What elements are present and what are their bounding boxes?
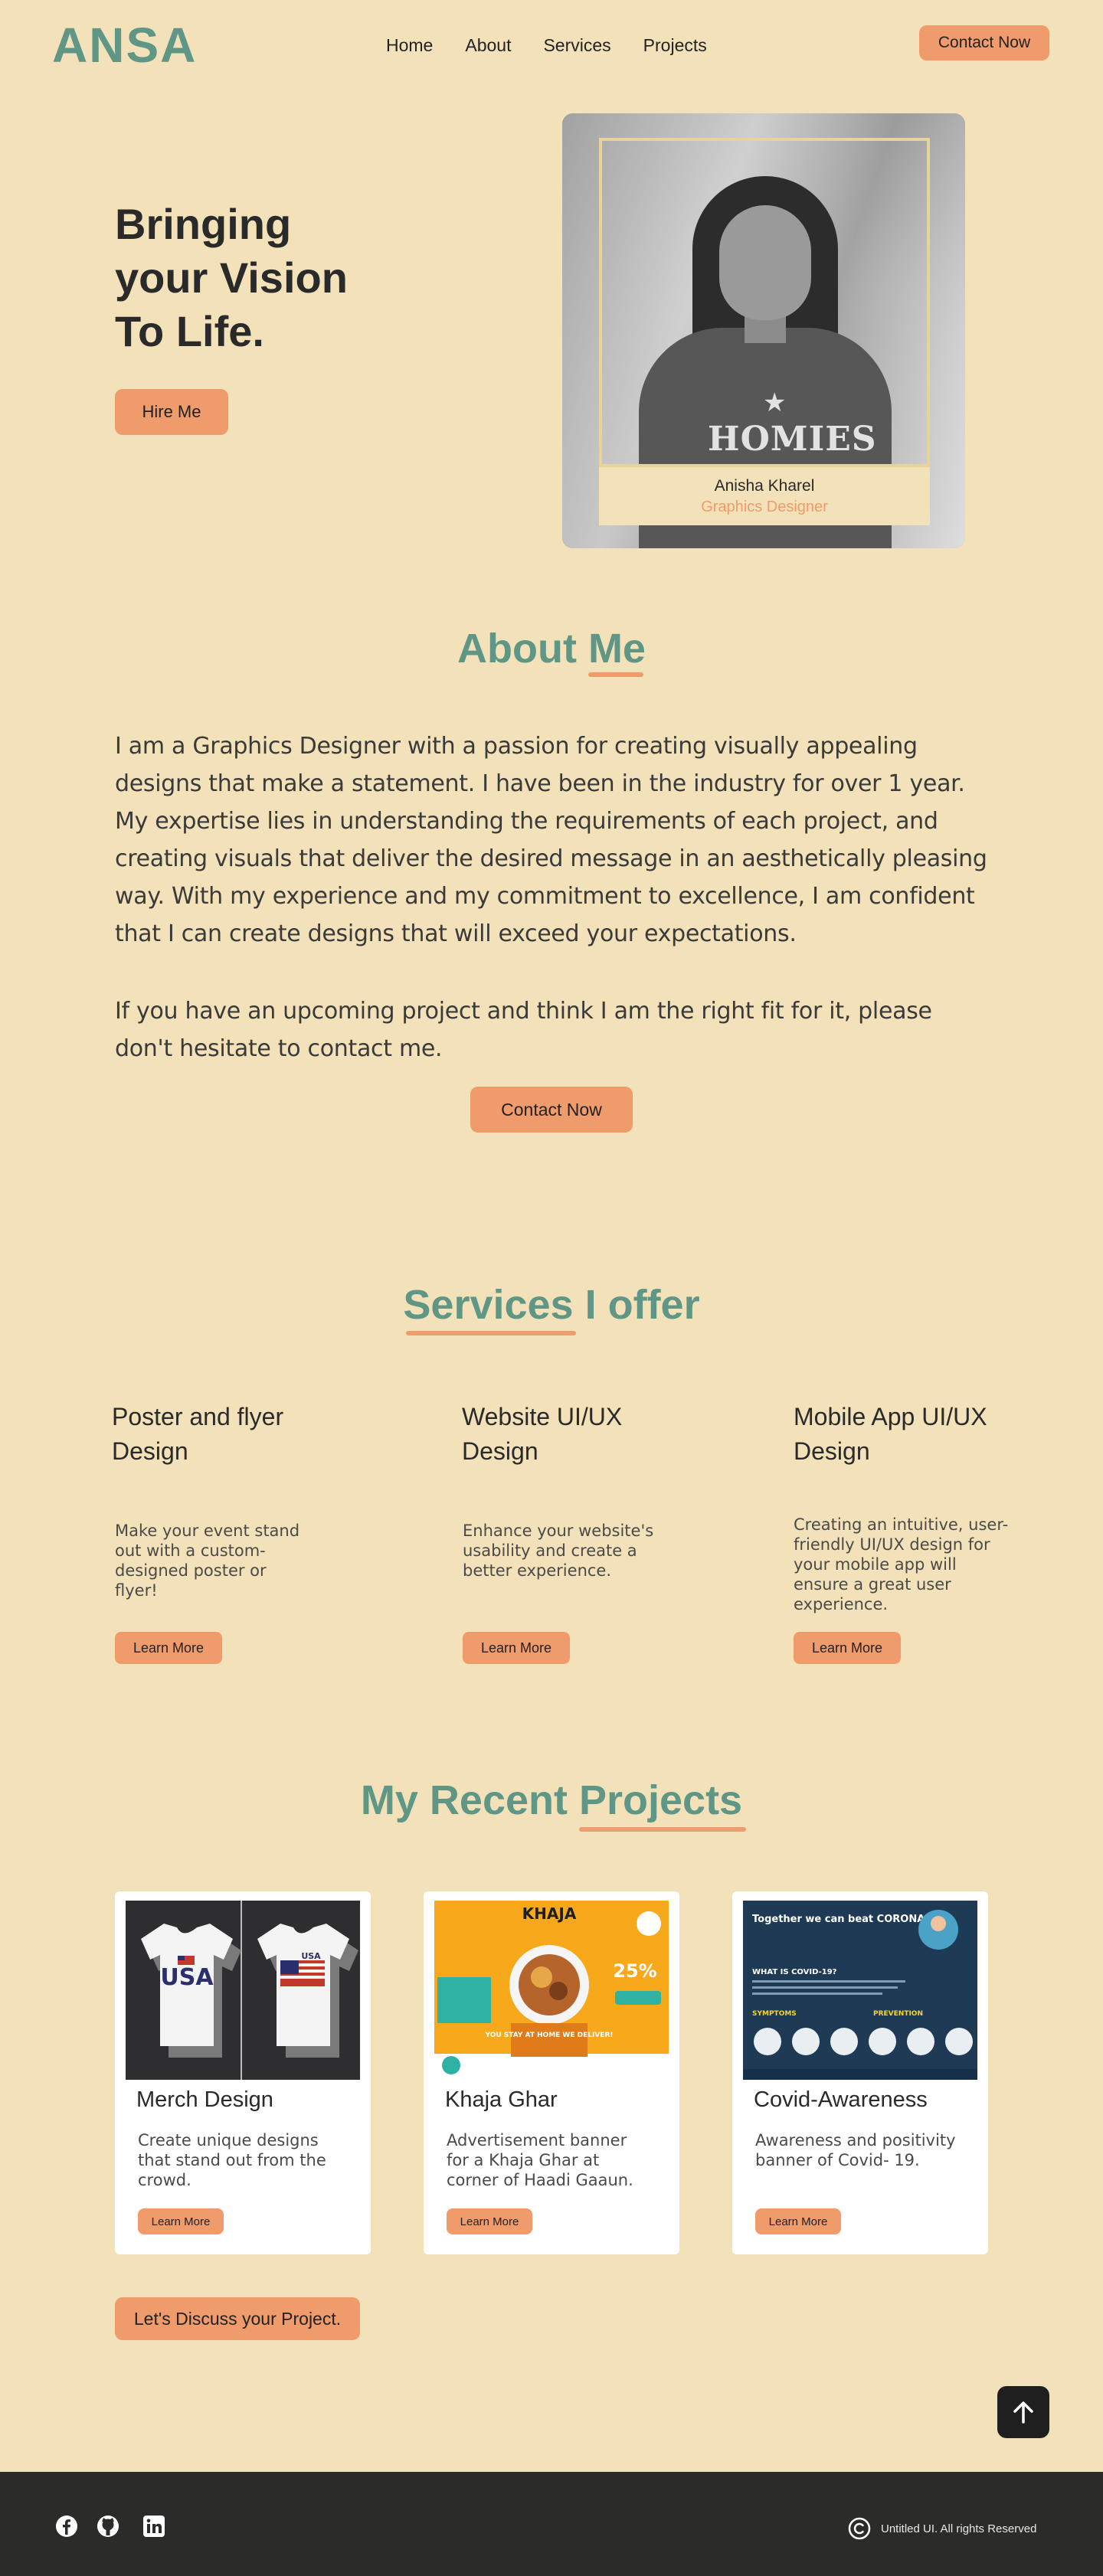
hire-me-button[interactable]: Hire Me xyxy=(115,389,228,435)
project-card[interactable]: USA USA Merch Design Create unique desig… xyxy=(115,1891,371,2254)
nav-services[interactable]: Services xyxy=(543,35,610,56)
scroll-to-top-button[interactable] xyxy=(997,2386,1049,2438)
discount-badge: 25% xyxy=(613,1960,656,1982)
hero-title-line: To Life. xyxy=(115,307,264,355)
service-title: Poster and flyer Design xyxy=(112,1403,284,1465)
project-desc: Awareness and positivity banner of Covid… xyxy=(755,2131,956,2169)
copyright-icon xyxy=(848,2517,871,2540)
service-learn-more-button[interactable]: Learn More xyxy=(794,1632,901,1664)
service-desc: Make your event stand out with a custom-… xyxy=(115,1522,300,1600)
service-desc: Enhance your website's usability and cre… xyxy=(463,1522,654,1580)
header-contact-button[interactable]: Contact Now xyxy=(919,25,1049,60)
covid-what: WHAT IS COVID-19? xyxy=(752,1968,837,1976)
merch-image: USA USA xyxy=(126,1901,360,2080)
khaja-image: KHAJA 25% YOU STAY AT HOME WE DELIVER! xyxy=(434,1901,669,2080)
name-card: Anisha Kharel Graphics Designer xyxy=(599,467,930,525)
project-card[interactable]: KHAJA 25% YOU STAY AT HOME WE DELIVER! K… xyxy=(424,1891,679,2254)
photo-frame xyxy=(599,138,930,467)
khaja-heading: KHAJA xyxy=(522,1904,577,1923)
service-learn-more-button[interactable]: Learn More xyxy=(115,1632,222,1664)
services-title: Services I offer xyxy=(403,1282,700,1328)
nav-home[interactable]: Home xyxy=(386,35,433,56)
tshirt-left: USA xyxy=(141,1924,241,2058)
covid-banner: Together we can beat CORONA WHAT IS COVI… xyxy=(743,1901,977,2080)
project-desc: Advertisement banner for a Khaja Ghar at… xyxy=(447,2131,633,2189)
khaja-delivery-text: YOU STAY AT HOME WE DELIVER! xyxy=(485,2032,614,2039)
covid-image: Together we can beat CORONA WHAT IS COVI… xyxy=(743,1901,977,2080)
facebook-icon[interactable] xyxy=(55,2515,78,2538)
about-title-underline xyxy=(588,672,643,677)
nav-projects[interactable]: Projects xyxy=(643,35,707,56)
projects-title: My Recent Projects xyxy=(360,1777,743,1823)
covid-symptoms: SYMPTOMS xyxy=(752,2010,797,2018)
discuss-project-button[interactable]: Let's Discuss your Project. xyxy=(115,2297,360,2340)
hero-title-line: Bringing xyxy=(115,200,292,248)
service-title: Website UI/UX Design xyxy=(462,1403,623,1465)
projects-title-underline xyxy=(579,1827,746,1832)
covid-prevention: PREVENTION xyxy=(873,2010,923,2018)
about-paragraph: I am a Graphics Designer with a passion … xyxy=(115,733,987,947)
linkedin-icon[interactable] xyxy=(142,2515,165,2538)
logo[interactable]: ANSA xyxy=(52,17,197,74)
main-nav: Home About Services Projects xyxy=(386,35,707,56)
service-title: Mobile App UI/UX Design xyxy=(794,1403,987,1465)
copyright-text: Untitled UI. All rights Reserved xyxy=(881,2522,1037,2535)
project-title: Merch Design xyxy=(136,2087,273,2112)
project-title: Khaja Ghar xyxy=(445,2087,558,2112)
arrow-up-icon xyxy=(1013,2401,1033,2424)
hero-title: Bringing your Vision To Life. xyxy=(115,198,391,358)
footer: Untitled UI. All rights Reserved xyxy=(0,2472,1103,2576)
khaja-banner: KHAJA 25% YOU STAY AT HOME WE DELIVER! xyxy=(434,1901,669,2080)
copyright: Untitled UI. All rights Reserved xyxy=(847,2516,1036,2541)
project-card[interactable]: Together we can beat CORONA WHAT IS COVI… xyxy=(732,1891,988,2254)
nav-about[interactable]: About xyxy=(465,35,511,56)
tshirt-right: USA xyxy=(257,1924,358,2058)
profile-name: Anisha Kharel xyxy=(714,476,815,495)
service-card: Poster and flyer Design xyxy=(112,1400,326,1469)
about-contact-button[interactable]: Contact Now xyxy=(470,1087,633,1133)
merch-text-small: USA xyxy=(301,1951,321,1961)
service-desc: Creating an intuitive, user-friendly UI/… xyxy=(794,1515,1009,1613)
service-learn-more-button[interactable]: Learn More xyxy=(463,1632,570,1664)
project-title: Covid-Awareness xyxy=(754,2087,928,2112)
about-paragraph-contact: If you have an upcoming project and thin… xyxy=(115,998,932,1062)
project-learn-more-button[interactable]: Learn More xyxy=(447,2208,532,2234)
service-card: Website UI/UX Design xyxy=(462,1400,661,1469)
covid-heading: Together we can beat CORONA xyxy=(752,1914,925,1925)
profile-role: Graphics Designer xyxy=(701,498,828,515)
tshirt-mockup: USA USA xyxy=(141,1901,358,2080)
service-card: Mobile App UI/UX Design xyxy=(794,1400,1016,1469)
about-title: About Me xyxy=(457,626,646,672)
profile-photo: ★ HOMIES Anisha Kharel Graphics Designer xyxy=(562,113,965,548)
hero-title-line: your Vision xyxy=(115,253,348,302)
project-learn-more-button[interactable]: Learn More xyxy=(755,2208,841,2234)
project-learn-more-button[interactable]: Learn More xyxy=(138,2208,224,2234)
github-icon[interactable] xyxy=(97,2515,119,2538)
project-desc: Create unique designs that stand out fro… xyxy=(138,2131,326,2189)
merch-text: USA xyxy=(160,1964,214,1991)
services-title-underline xyxy=(406,1331,576,1335)
